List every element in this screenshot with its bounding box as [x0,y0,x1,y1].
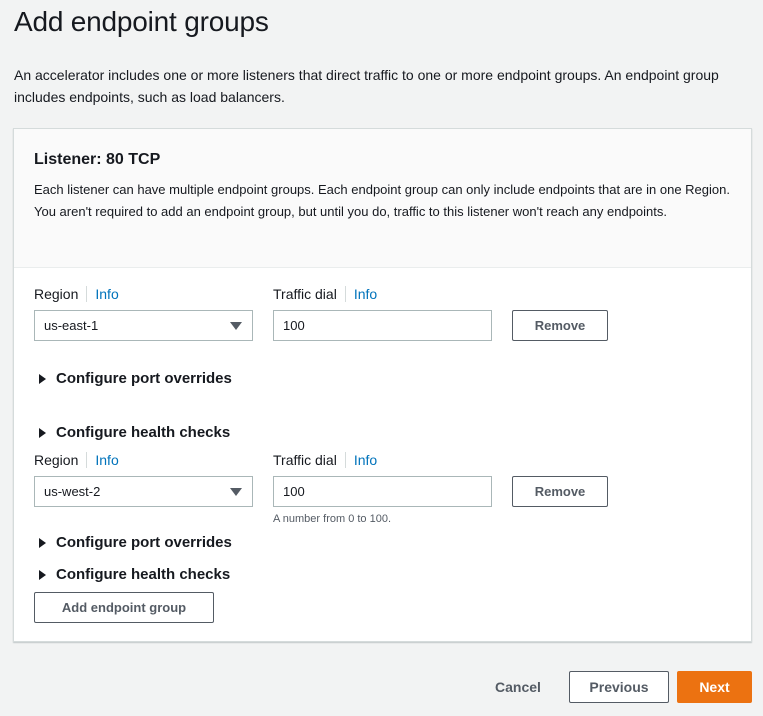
page-title: Add endpoint groups [14,6,269,37]
port-overrides-expander[interactable]: Configure port overrides [39,370,232,387]
add-endpoint-group-button[interactable]: Add endpoint group [34,592,214,623]
caret-down-icon [230,488,242,496]
listener-header: Listener: 80 TCP Each listener can have … [14,129,751,268]
region-select[interactable]: us-east-1 [34,310,253,341]
caret-down-icon [230,322,242,330]
triangle-right-icon [39,373,46,384]
cancel-button[interactable]: Cancel [495,679,541,695]
health-checks-expander[interactable]: Configure health checks [39,566,230,583]
listener-description: Each listener can have multiple endpoint… [34,182,730,219]
region-info-link[interactable]: Info [86,452,119,468]
traffic-dial-input[interactable]: 100 [273,476,492,507]
traffic-dial-label: Traffic dial Info [273,286,378,302]
triangle-right-icon [39,569,46,580]
remove-button[interactable]: Remove [512,310,608,341]
region-select[interactable]: us-west-2 [34,476,253,507]
listener-title: Listener: 80 TCP [34,151,161,168]
traffic-dial-info-link[interactable]: Info [344,452,378,468]
next-button[interactable]: Next [677,671,752,703]
triangle-right-icon [39,427,46,438]
listener-panel: Listener: 80 TCP Each listener can have … [13,128,752,642]
region-label: Region Info [34,452,119,468]
remove-button[interactable]: Remove [512,476,608,507]
page-description: An accelerator includes one or more list… [14,67,719,105]
traffic-dial-input[interactable]: 100 [273,310,492,341]
traffic-dial-label: Traffic dial Info [273,452,378,468]
triangle-right-icon [39,537,46,548]
previous-button[interactable]: Previous [569,671,669,703]
port-overrides-expander[interactable]: Configure port overrides [39,534,232,551]
region-label: Region Info [34,286,119,302]
region-info-link[interactable]: Info [86,286,119,302]
traffic-dial-hint: A number from 0 to 100. [273,513,392,525]
traffic-dial-info-link[interactable]: Info [344,286,378,302]
page: Add endpoint groups An accelerator inclu… [0,0,763,716]
health-checks-expander[interactable]: Configure health checks [39,424,230,441]
